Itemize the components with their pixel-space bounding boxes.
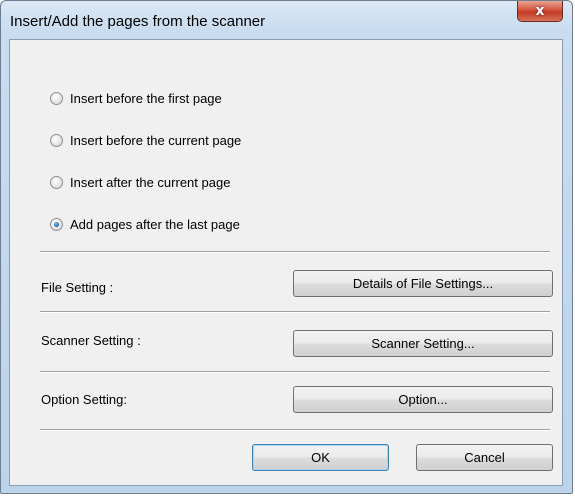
radio-button-icon[interactable] xyxy=(50,133,63,147)
separator xyxy=(40,371,550,373)
cancel-button[interactable]: Cancel xyxy=(416,444,553,471)
details-of-file-settings-button[interactable]: Details of File Settings... xyxy=(293,270,553,297)
radio-button-icon[interactable] xyxy=(50,175,63,189)
radio-label: Insert after the current page xyxy=(70,174,231,190)
close-icon: x xyxy=(535,3,545,19)
radio-label: Insert before the first page xyxy=(70,90,222,106)
separator xyxy=(40,311,550,313)
dialog-content: Insert before the first page Insert befo… xyxy=(9,39,563,486)
radio-label: Insert before the current page xyxy=(70,132,242,148)
radio-insert-before-first[interactable]: Insert before the first page xyxy=(50,88,222,108)
dialog-window: Insert/Add the pages from the scanner x … xyxy=(0,0,573,494)
radio-insert-before-current[interactable]: Insert before the current page xyxy=(50,130,241,150)
option-button[interactable]: Option... xyxy=(293,386,553,413)
radio-insert-after-current[interactable]: Insert after the current page xyxy=(50,172,230,192)
title-bar[interactable]: Insert/Add the pages from the scanner x xyxy=(1,1,572,39)
scanner-setting-label: Scanner Setting : xyxy=(41,333,141,348)
file-setting-label: File Setting : xyxy=(41,280,114,295)
dialog-title: Insert/Add the pages from the scanner xyxy=(10,13,266,30)
radio-button-selected-icon[interactable] xyxy=(50,217,63,231)
separator xyxy=(40,251,550,253)
radio-add-after-last[interactable]: Add pages after the last page xyxy=(50,214,240,234)
scanner-setting-button[interactable]: Scanner Setting... xyxy=(293,330,553,357)
close-button[interactable]: x xyxy=(517,1,563,22)
radio-button-icon[interactable] xyxy=(50,91,63,105)
radio-label: Add pages after the last page xyxy=(70,216,240,232)
separator xyxy=(40,429,550,431)
option-setting-label: Option Setting: xyxy=(41,392,127,407)
ok-button[interactable]: OK xyxy=(252,444,389,471)
